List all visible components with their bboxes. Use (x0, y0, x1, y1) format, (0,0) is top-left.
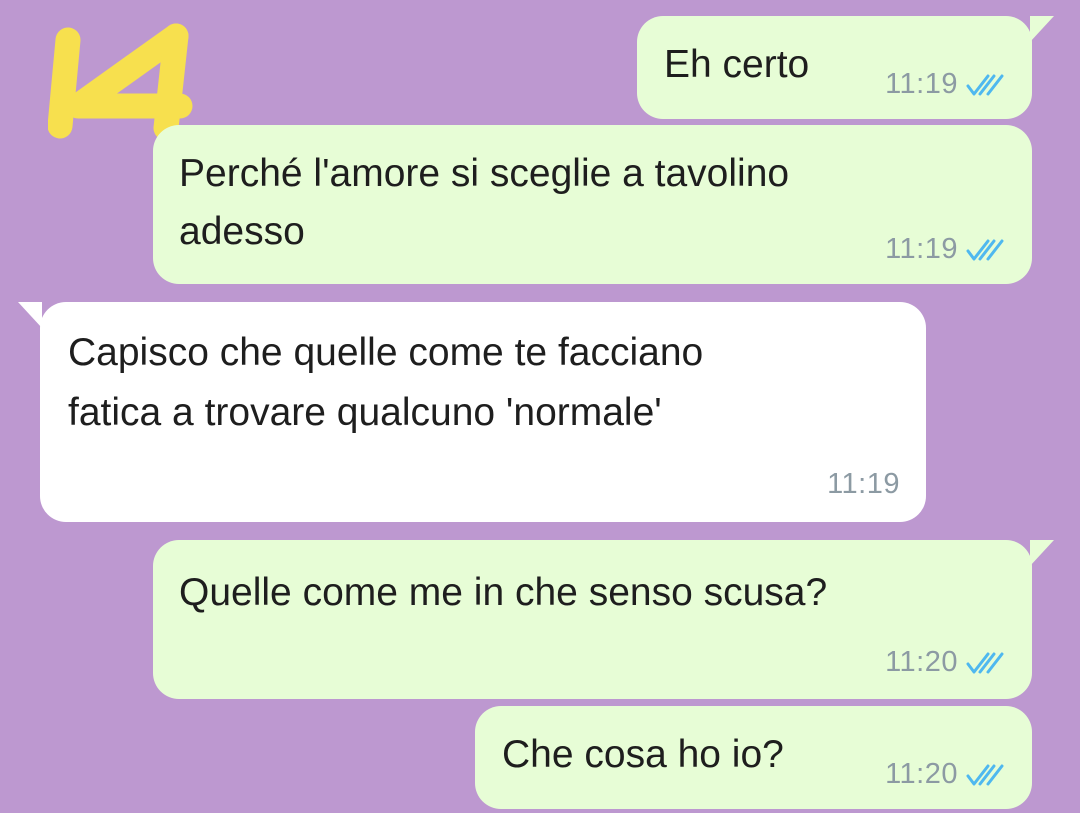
message-time: 11:20 (885, 758, 958, 790)
message-time: 11:19 (885, 68, 958, 100)
message-text-line: adesso (179, 210, 305, 253)
message-outgoing[interactable]: Perché l'amore si sceglie a tavolino ade… (153, 125, 1032, 284)
double-check-read-icon (966, 652, 1004, 673)
message-text: Quelle come me in che senso scusa? (179, 571, 828, 614)
message-time: 11:20 (885, 646, 958, 678)
message-text-line: fatica a trovare qualcuno 'normale' (68, 391, 662, 434)
message-meta: 11:20 (885, 758, 1004, 791)
message-time: 11:19 (885, 233, 958, 265)
message-text-line: Perché l'amore si sceglie a tavolino (179, 152, 790, 195)
bubble-tail (18, 302, 42, 328)
message-text-line: Capisco che quelle come te facciano (68, 331, 704, 374)
bubble-tail (1030, 540, 1054, 566)
message-meta: 11:19 (885, 68, 1004, 101)
message-outgoing[interactable]: Eh certo 11:19 (637, 16, 1054, 119)
bubble-tail (1030, 16, 1054, 42)
double-check-read-icon (966, 239, 1004, 260)
double-check-read-icon (966, 764, 1004, 785)
message-meta: 11:19 (885, 233, 1004, 266)
message-text: Eh certo (664, 43, 810, 86)
message-outgoing[interactable]: Che cosa ho io? 11:20 (475, 706, 1032, 809)
message-meta: 11:20 (885, 646, 1004, 679)
message-meta: 11:19 (827, 468, 900, 501)
message-outgoing[interactable]: Quelle come me in che senso scusa? 11:20 (153, 540, 1054, 699)
message-incoming[interactable]: Capisco che quelle come te facciano fati… (18, 302, 926, 522)
message-text: Che cosa ho io? (502, 733, 784, 776)
double-check-read-icon (966, 74, 1004, 95)
message-time: 11:19 (827, 468, 900, 500)
